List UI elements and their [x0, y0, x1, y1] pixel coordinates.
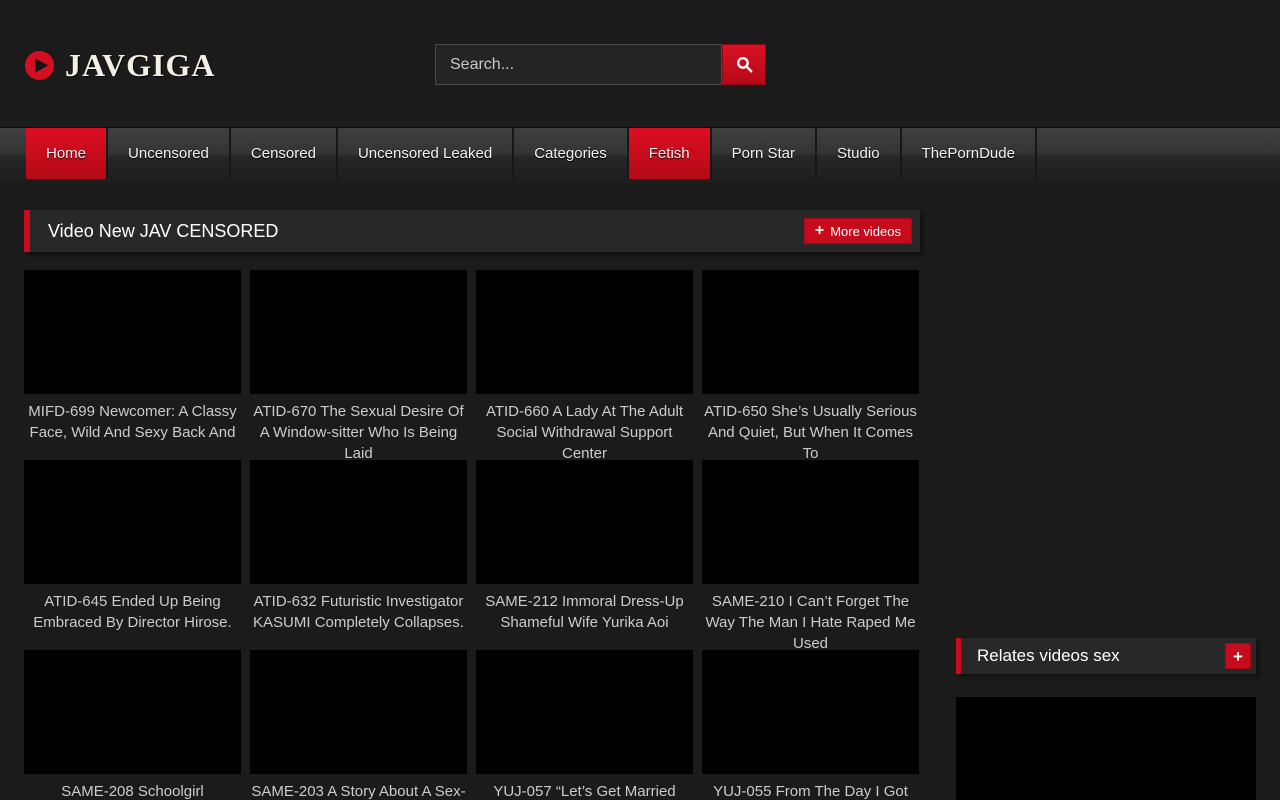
video-title[interactable]: ATID-645 Ended Up Being Embraced By Dire… [24, 591, 241, 633]
nav-item-censored[interactable]: Censored [231, 128, 338, 179]
video-card[interactable]: SAME-210 I Can’t Forget The Way The Man … [702, 460, 919, 650]
video-thumbnail[interactable] [250, 270, 467, 394]
video-thumbnail[interactable] [24, 270, 241, 394]
site-logo[interactable]: JAVGIGA [24, 47, 215, 84]
search-input[interactable] [436, 45, 721, 84]
video-title[interactable]: SAME-212 Immoral Dress-Up Shameful Wife … [476, 591, 693, 633]
main-section-header: Video New JAV CENSORED + More videos [24, 210, 920, 252]
video-title[interactable]: ATID-650 She’s Usually Serious And Quiet… [702, 401, 919, 464]
play-circle-icon [24, 50, 55, 81]
site-header: JAVGIGA [0, 0, 1280, 127]
video-card[interactable]: YUJ-057 “Let’s Get Married When [476, 650, 693, 800]
video-title[interactable]: SAME-210 I Can’t Forget The Way The Man … [702, 591, 919, 654]
sidebar-section-header: Relates videos sex + [956, 638, 1256, 674]
nav-item-label: Categories [534, 145, 607, 162]
page: JAVGIGA Home Uncensored Censored Uncensored… [0, 0, 1280, 800]
main-nav: Home Uncensored Censored Uncensored Leaked C… [0, 127, 1280, 183]
video-title[interactable]: MIFD-699 Newcomer: A Classy Face, Wild A… [24, 401, 241, 443]
video-thumbnail[interactable] [476, 270, 693, 394]
video-thumbnail[interactable] [476, 460, 693, 584]
video-card[interactable]: ATID-632 Futuristic Investigator KASUMI … [250, 460, 467, 650]
nav-item-label: Censored [251, 145, 316, 162]
video-card[interactable]: ATID-645 Ended Up Being Embraced By Dire… [24, 460, 241, 650]
video-title[interactable]: ATID-632 Futuristic Investigator KASUMI … [250, 591, 467, 633]
sidebar-section-title: Relates videos sex [977, 646, 1120, 666]
search-input-wrap [435, 44, 722, 85]
search-box [435, 44, 766, 85]
nav-item-label: Uncensored Leaked [358, 145, 492, 162]
video-thumbnail[interactable] [250, 460, 467, 584]
nav-item-fetish[interactable]: Fetish [629, 128, 712, 179]
nav-item-porn-star[interactable]: Porn Star [712, 128, 817, 179]
video-title[interactable]: ATID-670 The Sexual Desire Of A Window-s… [250, 401, 467, 464]
video-card[interactable]: MIFD-699 Newcomer: A Classy Face, Wild A… [24, 270, 241, 460]
video-card[interactable]: SAME-208 Schoolgirl Confinement [24, 650, 241, 800]
video-title[interactable]: SAME-203 A Story About A Sex- [250, 781, 467, 800]
sidebar-expand-button[interactable]: + [1225, 643, 1251, 669]
nav-item-label: Studio [837, 145, 880, 162]
sidebar-video-thumbnail[interactable] [956, 697, 1256, 800]
more-videos-label: More videos [830, 224, 901, 239]
video-card[interactable]: ATID-650 She’s Usually Serious And Quiet… [702, 270, 919, 460]
video-title[interactable]: YUJ-057 “Let’s Get Married When [476, 781, 693, 800]
video-thumbnail[interactable] [250, 650, 467, 774]
nav-item-label: Uncensored [128, 145, 209, 162]
video-card[interactable]: ATID-670 The Sexual Desire Of A Window-s… [250, 270, 467, 460]
main-section-title: Video New JAV CENSORED [48, 221, 278, 242]
nav-item-categories[interactable]: Categories [514, 128, 629, 179]
search-button[interactable] [722, 44, 766, 85]
nav-item-label: ThePornDude [922, 145, 1015, 162]
plus-icon: + [1233, 648, 1243, 665]
video-grid: MIFD-699 Newcomer: A Classy Face, Wild A… [24, 270, 921, 800]
video-card[interactable]: SAME-212 Immoral Dress-Up Shameful Wife … [476, 460, 693, 650]
plus-icon: + [815, 223, 824, 239]
video-thumbnail[interactable] [702, 270, 919, 394]
nav-item-uncensored-leaked[interactable]: Uncensored Leaked [338, 128, 514, 179]
video-title[interactable]: SAME-208 Schoolgirl Confinement [24, 781, 241, 800]
video-card[interactable]: SAME-203 A Story About A Sex- [250, 650, 467, 800]
video-thumbnail[interactable] [24, 650, 241, 774]
nav-item-label: Fetish [649, 145, 690, 162]
search-icon [735, 55, 754, 74]
logo-text: JAVGIGA [65, 47, 215, 84]
nav-item-studio[interactable]: Studio [817, 128, 902, 179]
video-thumbnail[interactable] [702, 460, 919, 584]
more-videos-button[interactable]: + More videos [804, 218, 912, 244]
nav-item-theporndude[interactable]: ThePornDude [902, 128, 1037, 179]
nav-item-home[interactable]: Home [26, 128, 108, 179]
nav-items: Home Uncensored Censored Uncensored Leaked C… [0, 128, 1280, 179]
video-thumbnail[interactable] [476, 650, 693, 774]
nav-item-label: Porn Star [732, 145, 795, 162]
nav-item-uncensored[interactable]: Uncensored [108, 128, 231, 179]
video-thumbnail[interactable] [702, 650, 919, 774]
nav-item-label: Home [46, 145, 86, 162]
video-thumbnail[interactable] [24, 460, 241, 584]
video-title[interactable]: YUJ-055 From The Day I Got [702, 781, 919, 800]
video-card[interactable]: ATID-660 A Lady At The Adult Social With… [476, 270, 693, 460]
video-card[interactable]: YUJ-055 From The Day I Got [702, 650, 919, 800]
video-title[interactable]: ATID-660 A Lady At The Adult Social With… [476, 401, 693, 464]
